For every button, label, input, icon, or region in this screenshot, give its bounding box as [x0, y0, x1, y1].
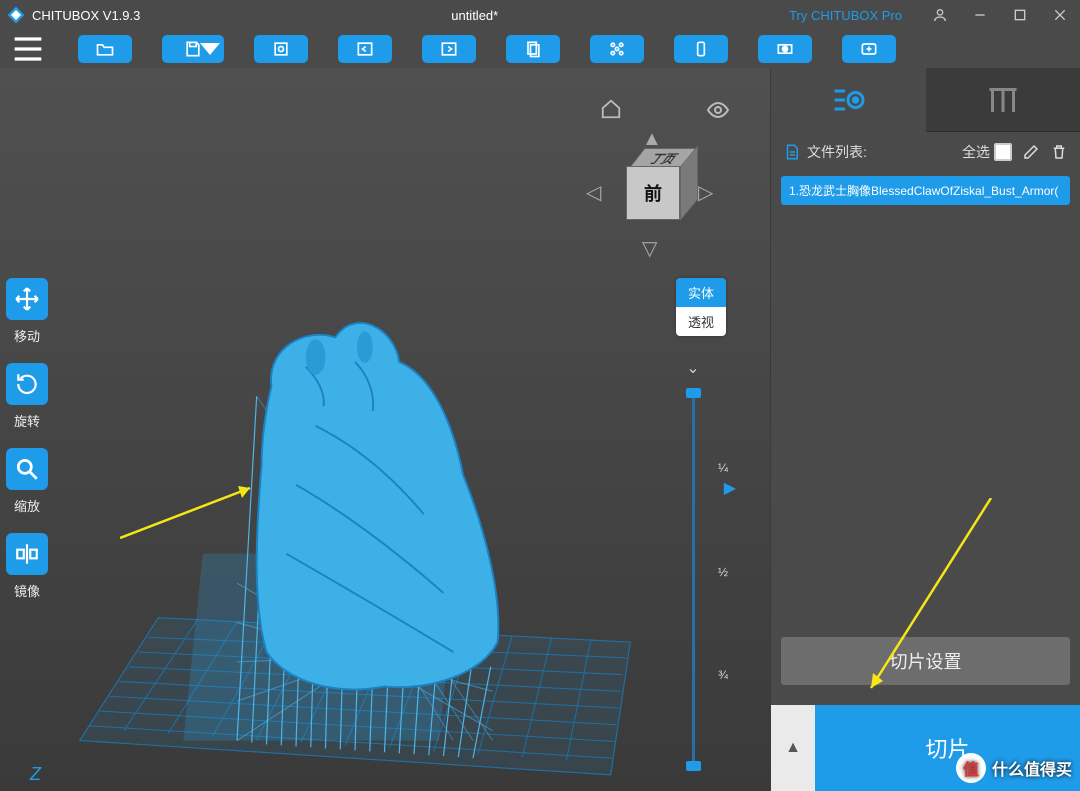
- slider-bottom-handle[interactable]: [686, 761, 701, 771]
- xray-mode-button[interactable]: 透视: [676, 307, 726, 336]
- scale-tool[interactable]: [6, 448, 48, 490]
- mirror-tool[interactable]: [6, 533, 48, 575]
- cube-front-face[interactable]: 前: [626, 166, 680, 220]
- side-tabs: [771, 68, 1080, 132]
- maximize-button[interactable]: [1000, 0, 1040, 30]
- dig-hole-button[interactable]: [758, 35, 812, 63]
- title-bar: CHITUBOX V1.9.3 untitled* Try CHITUBOX P…: [0, 0, 1080, 30]
- close-button[interactable]: [1040, 0, 1080, 30]
- auto-layout-button[interactable]: [590, 35, 644, 63]
- document-title: untitled*: [160, 8, 789, 23]
- save-file-button[interactable]: [162, 35, 224, 63]
- select-all-checkbox[interactable]: [994, 143, 1012, 161]
- model-render: [60, 228, 650, 781]
- hamburger-menu-icon[interactable]: [8, 34, 48, 64]
- rotate-tool[interactable]: [6, 363, 48, 405]
- rotate-label: 旋转: [14, 411, 40, 430]
- orbit-right-icon[interactable]: ▷: [698, 180, 713, 205]
- layer-slider: ⌄ ¼ ½ ¾ ▶: [678, 358, 708, 771]
- file-item-1[interactable]: 1.恐龙武士胸像BlessedClawOfZiskal_Bust_Armor(: [781, 176, 1070, 205]
- add-tag-button[interactable]: [842, 35, 896, 63]
- delete-icon[interactable]: [1050, 143, 1068, 161]
- slider-expand-icon[interactable]: ▶: [724, 478, 736, 498]
- main-toolbar: [0, 30, 1080, 68]
- home-view-icon[interactable]: [600, 98, 622, 125]
- undo-button[interactable]: [338, 35, 392, 63]
- slice-more-button[interactable]: ▲: [771, 705, 815, 791]
- watermark-badge: 值: [956, 753, 986, 783]
- edit-list-icon[interactable]: [1022, 143, 1040, 161]
- app-name: CHITUBOX V1.9.3: [32, 8, 140, 23]
- supports-tab[interactable]: [926, 68, 1080, 132]
- viewport-3d[interactable]: 移动 旋转 缩放 镜像 ▲ ▽ ◁ ▷ 丁页 前 实体 透视: [0, 68, 770, 791]
- transform-tools: 移动 旋转 缩放 镜像: [6, 278, 48, 612]
- move-label: 移动: [14, 326, 40, 345]
- mirror-label: 镜像: [14, 581, 40, 600]
- try-pro-link[interactable]: Try CHITUBOX Pro: [789, 8, 902, 23]
- open-file-button[interactable]: [78, 35, 132, 63]
- settings-tab[interactable]: [771, 68, 926, 132]
- screenshot-button[interactable]: [254, 35, 308, 63]
- move-tool[interactable]: [6, 278, 48, 320]
- slider-tick-2: ½: [718, 565, 728, 579]
- scale-label: 缩放: [14, 496, 40, 515]
- select-all-button[interactable]: 全选: [962, 142, 1012, 162]
- build-plate: [60, 228, 650, 781]
- minimize-button[interactable]: [960, 0, 1000, 30]
- slice-settings-button[interactable]: 切片设置: [781, 637, 1070, 685]
- hollow-button[interactable]: [674, 35, 728, 63]
- watermark-text: 什么值得买: [992, 756, 1072, 780]
- slider-collapse-icon[interactable]: ⌄: [678, 358, 708, 378]
- visibility-icon[interactable]: [706, 98, 730, 127]
- watermark: 值 什么值得买: [956, 753, 1072, 783]
- redo-button[interactable]: [422, 35, 476, 63]
- render-mode-toggle: 实体 透视: [676, 278, 726, 336]
- slider-track[interactable]: [692, 388, 695, 761]
- account-icon[interactable]: [920, 0, 960, 30]
- main-area: 移动 旋转 缩放 镜像 ▲ ▽ ◁ ▷ 丁页 前 实体 透视: [0, 68, 1080, 791]
- axis-z-label: Z: [30, 764, 41, 785]
- select-all-label: 全选: [962, 142, 990, 162]
- view-cube[interactable]: 丁页 前: [620, 160, 684, 224]
- side-panel: 文件列表: 全选 1.恐龙武士胸像BlessedClawOfZiskal_Bus…: [770, 68, 1080, 791]
- app-logo-icon: [6, 5, 26, 25]
- slider-top-handle[interactable]: [686, 388, 701, 398]
- slider-tick-3: ¾: [718, 668, 728, 682]
- file-list-header: 文件列表: 全选: [771, 132, 1080, 172]
- copy-button[interactable]: [506, 35, 560, 63]
- orbit-left-icon[interactable]: ◁: [586, 180, 601, 205]
- file-list-icon: [783, 143, 801, 161]
- file-list-label: 文件列表:: [807, 142, 867, 162]
- slider-tick-1: ¼: [718, 461, 728, 475]
- solid-mode-button[interactable]: 实体: [676, 278, 726, 307]
